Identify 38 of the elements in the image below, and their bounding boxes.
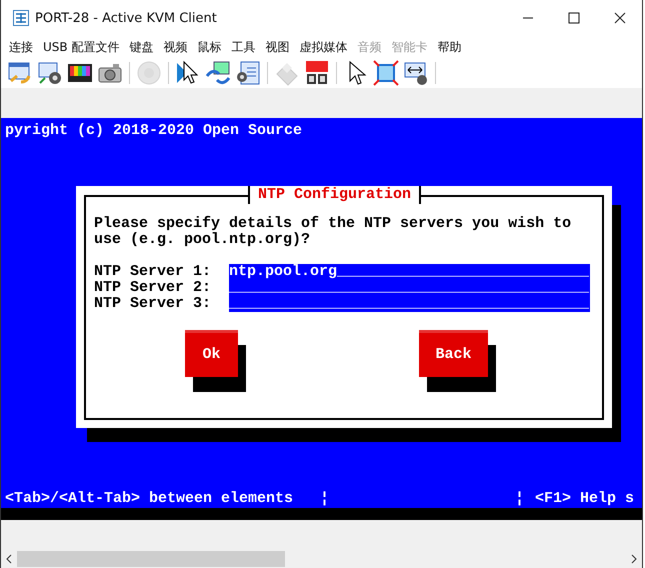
dialog-message: Please specify details of the NTP servers you wish to use (e.g. pool.ntp.org)?	[94, 216, 572, 248]
scale-icon[interactable]	[403, 60, 429, 86]
scrollbar-thumb[interactable]	[17, 551, 285, 567]
close-icon[interactable]	[614, 12, 626, 24]
status-divider: ¦	[320, 491, 330, 507]
window-link-icon[interactable]	[7, 60, 33, 86]
menu-item[interactable]: 视图	[265, 38, 290, 56]
dialog-button[interactable]: Back	[419, 330, 488, 377]
ctrl-alt-del-icon[interactable]	[304, 60, 330, 86]
dialog-button[interactable]: Ok	[185, 330, 238, 377]
pointer-icon[interactable]	[175, 60, 201, 86]
menu-item[interactable]: USB 配置文件	[43, 38, 120, 56]
field-label: NTP Server 1:	[94, 264, 212, 280]
status-text: <F1> Help s	[535, 491, 634, 507]
scroll-left-icon[interactable]	[5, 554, 13, 564]
input-field[interactable]: ntp.pool.org____________________________	[229, 264, 590, 280]
console-text: pyright (c) 2018-2020 Open Source	[4, 123, 302, 139]
dialog-title: NTP Configuration	[248, 186, 422, 204]
menu-item[interactable]: 连接	[9, 38, 33, 56]
menu-item[interactable]: 鼠标	[197, 38, 222, 56]
monitor-webcam-icon[interactable]	[235, 60, 261, 86]
menu-item[interactable]: 键盘	[129, 38, 154, 56]
input-field[interactable]: ________________________________________	[229, 280, 590, 296]
menu-item[interactable]: 工具	[231, 38, 256, 56]
menu-item[interactable]: 帮助	[437, 38, 462, 56]
app-icon	[13, 10, 29, 26]
field-label: NTP Server 2:	[94, 280, 212, 296]
scroll-right-icon[interactable]	[630, 554, 638, 564]
menu-item[interactable]: 虚拟媒体	[299, 38, 348, 56]
maximize-icon[interactable]	[568, 12, 580, 24]
webcam-icon[interactable]	[37, 60, 63, 86]
input-field[interactable]: ________________________________________	[229, 296, 590, 312]
field-label: NTP Server 3:	[94, 296, 212, 312]
status-text: <Tab>/<Alt-Tab> between elements	[5, 491, 294, 507]
window-title: PORT-28 - Active KVM Client	[35, 10, 217, 26]
status-divider: ¦	[515, 491, 524, 507]
sync-icon[interactable]	[205, 60, 231, 86]
menu-item[interactable]: 视频	[163, 38, 188, 56]
